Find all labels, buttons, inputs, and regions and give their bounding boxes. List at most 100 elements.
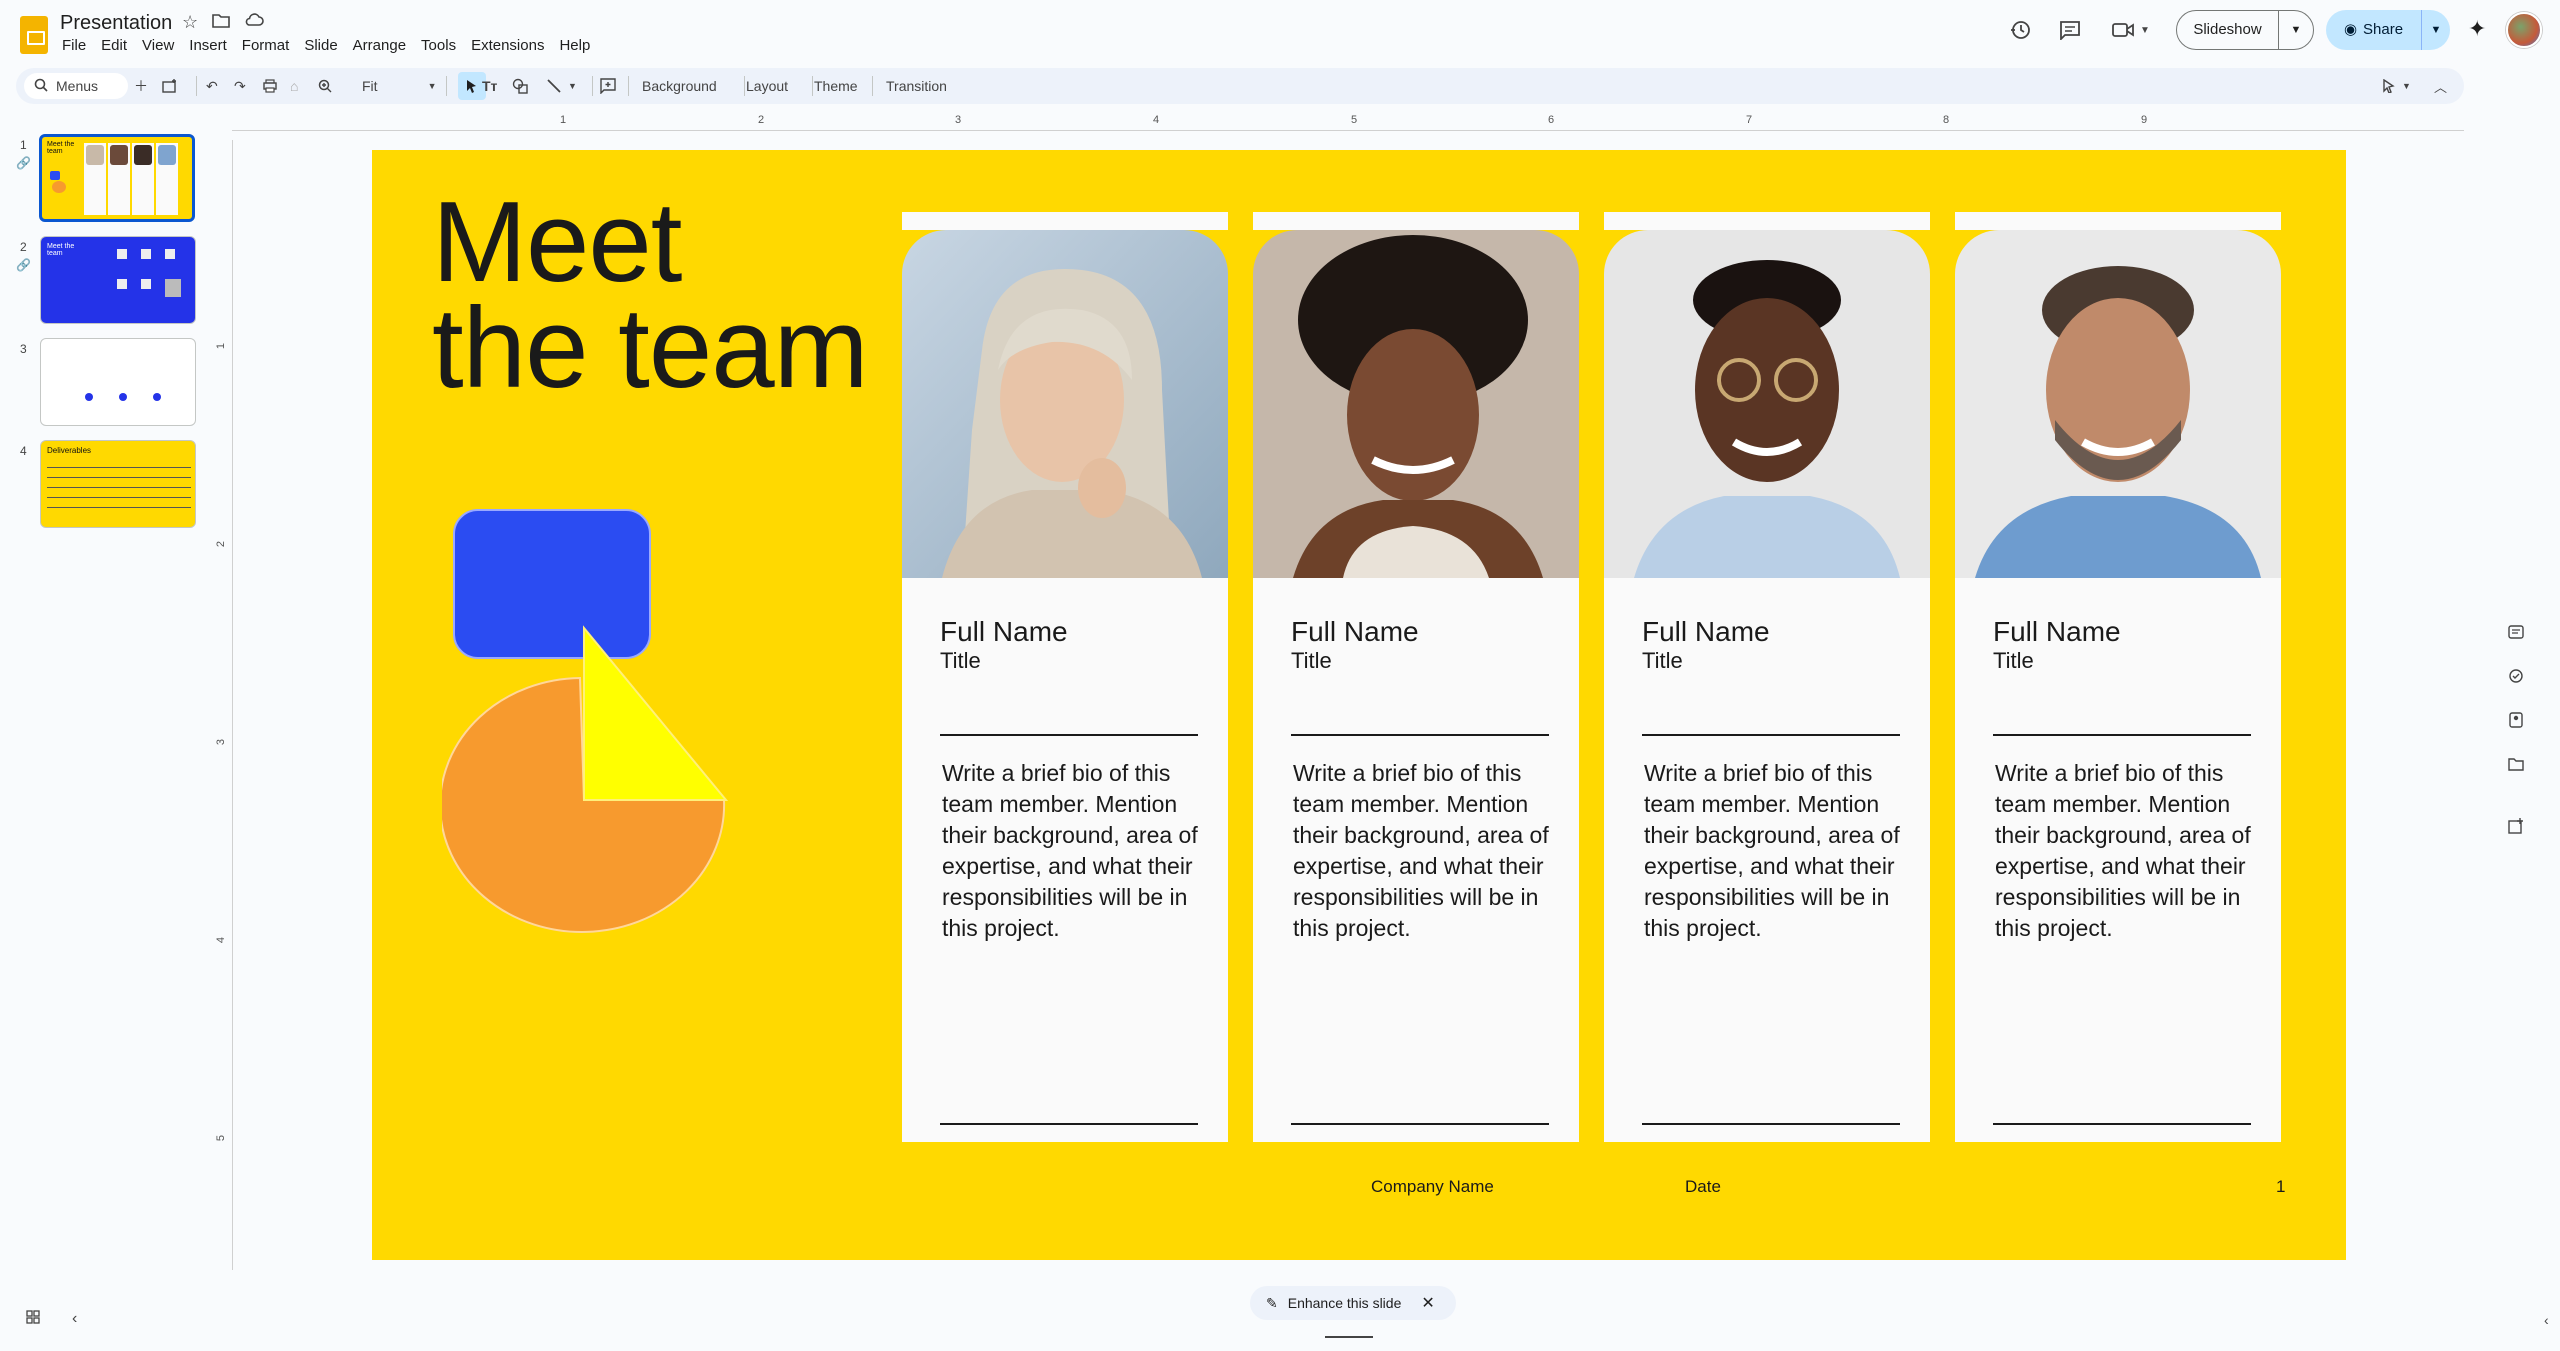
footer-date[interactable]: Date bbox=[1685, 1177, 1721, 1197]
background-button[interactable]: Background bbox=[642, 68, 717, 104]
paint-format-icon[interactable]: ⌂ bbox=[290, 68, 298, 104]
theme-button[interactable]: Theme bbox=[814, 68, 858, 104]
menu-format[interactable]: Format bbox=[242, 37, 290, 54]
add-on-icon[interactable] bbox=[2496, 804, 2536, 848]
slide-thumbnail-4[interactable]: Deliverables bbox=[40, 440, 196, 528]
menu-help[interactable]: Help bbox=[559, 37, 590, 54]
team-card[interactable]: Full Name Title Write a brief bio of thi… bbox=[1253, 212, 1579, 1142]
slideshow-button[interactable]: Slideshow ▼ bbox=[2176, 10, 2314, 50]
comments-icon[interactable] bbox=[2052, 12, 2088, 48]
speaker-notes-handle[interactable] bbox=[1325, 1336, 1373, 1338]
member-photo[interactable] bbox=[1955, 230, 2281, 578]
keep-notes-icon[interactable] bbox=[2496, 610, 2536, 654]
collapse-filmstrip-icon[interactable]: ‹ bbox=[72, 1310, 77, 1329]
share-dropdown-icon[interactable]: ▼ bbox=[2422, 24, 2450, 36]
new-slide-layout-icon[interactable] bbox=[162, 68, 178, 104]
avatar[interactable] bbox=[2506, 12, 2542, 48]
member-bio[interactable]: Write a brief bio of this team member. M… bbox=[1995, 758, 2255, 944]
grid-view-icon[interactable] bbox=[26, 1310, 40, 1329]
decorative-shapes[interactable] bbox=[442, 500, 802, 940]
thumb-title: Meet the team bbox=[47, 243, 75, 257]
member-bio[interactable]: Write a brief bio of this team member. M… bbox=[1644, 758, 1904, 944]
menu-extensions[interactable]: Extensions bbox=[471, 37, 544, 54]
member-title[interactable]: Title bbox=[1993, 648, 2034, 674]
cloud-saved-icon[interactable] bbox=[244, 12, 264, 33]
slide-number: 4 bbox=[20, 444, 27, 458]
folder-icon[interactable] bbox=[2496, 742, 2536, 786]
contacts-icon[interactable] bbox=[2496, 698, 2536, 742]
member-name[interactable]: Full Name bbox=[1291, 616, 1419, 648]
search-menus-input[interactable]: Menus bbox=[24, 73, 128, 99]
member-name[interactable]: Full Name bbox=[940, 616, 1068, 648]
member-title[interactable]: Title bbox=[1291, 648, 1332, 674]
text-box-icon[interactable]: Tт bbox=[482, 68, 497, 104]
chevron-down-icon: ▼ bbox=[2140, 24, 2150, 36]
member-photo[interactable] bbox=[1253, 230, 1579, 578]
new-slide-icon[interactable]: ＋ bbox=[134, 68, 148, 104]
member-bio[interactable]: Write a brief bio of this team member. M… bbox=[1293, 758, 1553, 944]
menu-edit[interactable]: Edit bbox=[101, 37, 127, 54]
transition-button[interactable]: Transition bbox=[886, 68, 947, 104]
layout-button[interactable]: Layout bbox=[746, 68, 788, 104]
member-photo[interactable] bbox=[902, 230, 1228, 578]
member-title[interactable]: Title bbox=[940, 648, 981, 674]
footer-company[interactable]: Company Name bbox=[1371, 1177, 1494, 1197]
move-folder-icon[interactable] bbox=[212, 12, 230, 33]
menu-slide[interactable]: Slide bbox=[304, 37, 337, 54]
pointer-mode-icon[interactable]: ▼ bbox=[2382, 68, 2411, 104]
member-photo[interactable] bbox=[1604, 230, 1930, 578]
menu-tools[interactable]: Tools bbox=[421, 37, 456, 54]
close-icon[interactable]: ✕ bbox=[1421, 1293, 1434, 1313]
enhance-label[interactable]: Enhance this slide bbox=[1288, 1295, 1402, 1311]
slide-thumbnail-3[interactable] bbox=[40, 338, 196, 426]
share-label[interactable]: ◉ Share bbox=[2326, 10, 2422, 50]
chevron-down-icon: ▼ bbox=[427, 81, 437, 91]
enhance-slide-chip[interactable]: ✎ Enhance this slide ✕ bbox=[1250, 1286, 1456, 1320]
slide-canvas[interactable]: Meet the team Full Name Title Write a br… bbox=[372, 150, 2346, 1260]
print-icon[interactable] bbox=[262, 68, 278, 104]
magic-wand-icon: ✎ bbox=[1266, 1294, 1278, 1311]
menu-insert[interactable]: Insert bbox=[189, 37, 227, 54]
ruler-tick-label: 4 bbox=[215, 936, 228, 944]
member-bio[interactable]: Write a brief bio of this team member. M… bbox=[942, 758, 1202, 944]
slideshow-label[interactable]: Slideshow bbox=[2177, 11, 2279, 49]
add-comment-icon[interactable] bbox=[600, 68, 616, 104]
version-history-icon[interactable] bbox=[2002, 12, 2038, 48]
link-icon: 🔗 bbox=[16, 258, 31, 272]
ruler-tick-label: 2 bbox=[215, 540, 228, 548]
team-card[interactable]: Full Name Title Write a brief bio of thi… bbox=[902, 212, 1228, 1142]
share-button[interactable]: ◉ Share ▼ bbox=[2326, 10, 2450, 50]
slide-thumbnail-1[interactable]: Meet the team bbox=[39, 134, 195, 222]
menu-arrange[interactable]: Arrange bbox=[353, 37, 406, 54]
slideshow-dropdown-icon[interactable]: ▼ bbox=[2279, 24, 2313, 36]
team-card[interactable]: Full Name Title Write a brief bio of thi… bbox=[1604, 212, 1930, 1142]
collapse-toolbar-icon[interactable]: ︿ bbox=[2434, 68, 2447, 104]
gemini-sparkle-icon[interactable]: ✦ bbox=[2468, 16, 2486, 42]
zoom-select[interactable]: Fit ▼ bbox=[362, 68, 442, 104]
redo-icon[interactable]: ↷ bbox=[234, 68, 246, 104]
tasks-icon[interactable] bbox=[2496, 654, 2536, 698]
zoom-icon[interactable] bbox=[318, 68, 332, 104]
line-icon[interactable]: ▼ bbox=[546, 68, 577, 104]
document-title[interactable]: Presentation bbox=[60, 12, 172, 35]
undo-icon[interactable]: ↶ bbox=[206, 68, 218, 104]
slide-thumbnail-2[interactable]: Meet the team bbox=[40, 236, 196, 324]
thumb-title: Meet the team bbox=[47, 141, 75, 155]
menu-view[interactable]: View bbox=[142, 37, 174, 54]
shape-icon[interactable] bbox=[512, 68, 530, 104]
member-name[interactable]: Full Name bbox=[1642, 616, 1770, 648]
collapse-side-panel-icon[interactable]: ‹ bbox=[2544, 1312, 2549, 1328]
slide-heading[interactable]: Meet the team bbox=[432, 186, 869, 406]
globe-icon: ◉ bbox=[2343, 21, 2358, 38]
member-title[interactable]: Title bbox=[1642, 648, 1683, 674]
meet-camera-icon[interactable]: ▼ bbox=[2104, 12, 2158, 48]
footer-page-number[interactable]: 1 bbox=[2276, 1177, 2285, 1197]
ruler-tick-label: 2 bbox=[758, 114, 765, 126]
slides-logo-icon[interactable] bbox=[20, 16, 48, 54]
search-icon bbox=[34, 78, 48, 95]
star-icon[interactable]: ☆ bbox=[182, 12, 198, 33]
zoom-label: Fit bbox=[362, 78, 378, 94]
member-name[interactable]: Full Name bbox=[1993, 616, 2121, 648]
team-card[interactable]: Full Name Title Write a brief bio of thi… bbox=[1955, 212, 2281, 1142]
menu-file[interactable]: File bbox=[62, 37, 86, 54]
